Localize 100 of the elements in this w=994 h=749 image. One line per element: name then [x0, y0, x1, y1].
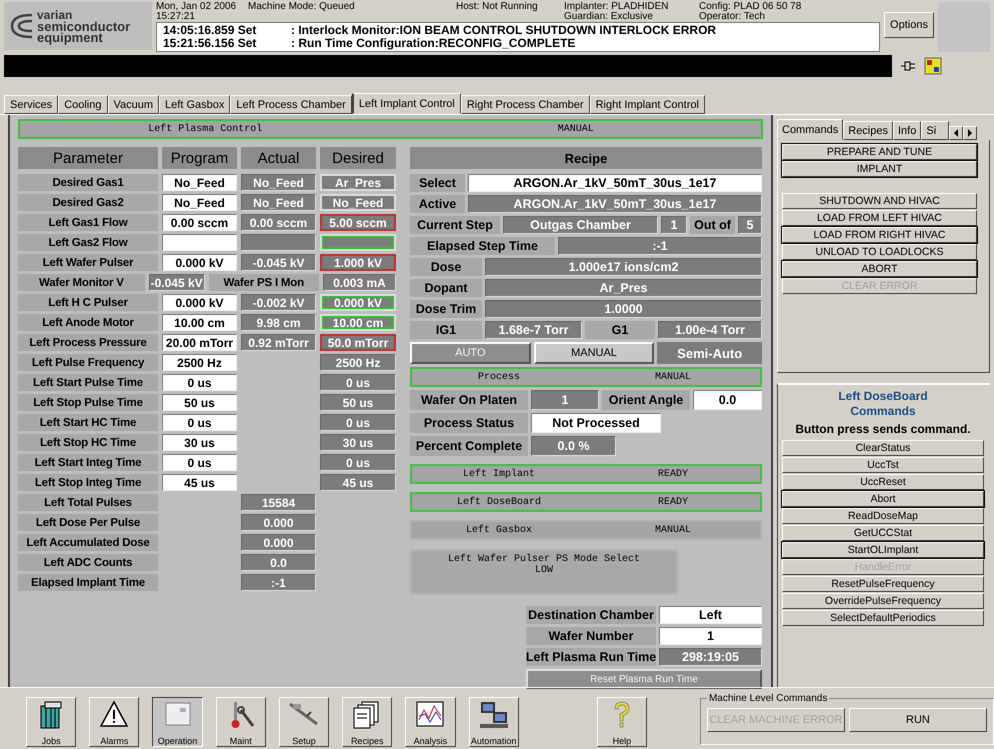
command-button[interactable]: UNLOAD TO LOADLOCKS	[782, 244, 977, 260]
toolbar-button[interactable]: Recipes	[342, 697, 392, 747]
command-button[interactable]: UccTst	[782, 457, 984, 473]
command-button[interactable]: SelectDefaultPeriodics	[782, 610, 984, 626]
tab[interactable]: Si	[921, 121, 950, 140]
command-button[interactable]: LOAD FROM RIGHT HIVAC	[782, 227, 977, 243]
command-button[interactable]: ResetPulseFrequency	[782, 576, 984, 592]
message-text: : Interlock Monitor:ION BEAM CONTROL SHUTDOWN INTERLOCK ERROR	[291, 24, 716, 37]
pin-icon[interactable]	[900, 59, 916, 73]
command-button[interactable]: Abort	[782, 491, 984, 507]
desired-value: 50.0 mTorr	[320, 334, 396, 351]
command-button[interactable]: UccReset	[782, 474, 984, 490]
command-button[interactable]: OverridePulseFrequency	[782, 593, 984, 609]
message-time: 15:21:56.156 Set	[163, 37, 258, 50]
parameter-label: Left Anode Motor	[18, 314, 158, 331]
options-button[interactable]: Options	[884, 12, 934, 38]
command-button[interactable]: PREPARE AND TUNE	[782, 144, 977, 160]
parameter-label: Left Stop Integ Time	[18, 474, 158, 491]
program-field[interactable]: 2500 Hz	[162, 354, 237, 371]
program-field[interactable]: 0.00 sccm	[162, 214, 237, 231]
toolbar-button[interactable]: Automation	[468, 697, 519, 747]
field-label: Elapsed Step Time	[410, 237, 555, 255]
program-field[interactable]: No_Feed	[162, 174, 237, 191]
command-button[interactable]: ABORT	[782, 261, 977, 277]
program-field[interactable]: 30 us	[162, 434, 237, 451]
program-field[interactable]: 0 us	[162, 374, 237, 391]
recipe-value: 1.0000	[485, 300, 762, 318]
status-label: Left Plasma Control	[147, 124, 264, 134]
section-header: Recipe	[410, 147, 762, 169]
command-button[interactable]: GetUCCStat	[782, 525, 984, 541]
field-label: Select	[410, 174, 465, 192]
command-button[interactable]: ReadDoseMap	[782, 508, 984, 524]
actual-value: 15584	[241, 494, 316, 511]
tab[interactable]: Left Implant Control	[352, 93, 461, 114]
field-label: Wafer Number	[526, 627, 656, 645]
program-field[interactable]: 0 us	[162, 454, 237, 471]
parameter-label: Left ADC Counts	[18, 554, 158, 571]
gauge-value: 1.68e-7 Torr	[485, 321, 582, 339]
program-field[interactable]	[162, 234, 237, 251]
field-label: Wafer On Platen	[410, 390, 528, 410]
column-header: Actual	[241, 147, 316, 169]
program-field[interactable]: 0 us	[162, 414, 237, 431]
step-value: Outgas Chamber	[503, 216, 658, 234]
step-number: 1	[661, 216, 687, 234]
tab[interactable]: Right Process Chamber	[460, 95, 590, 114]
command-button[interactable]: LOAD FROM LEFT HIVAC	[782, 210, 977, 226]
mode-select-panel[interactable]: Left Wafer Pulser PS Mode Select LOW	[410, 549, 678, 595]
wafer-value: 1	[531, 390, 599, 410]
program-field[interactable]: 50 us	[162, 394, 237, 411]
toolbar-button[interactable]: Jobs	[26, 697, 76, 747]
tab[interactable]: Services	[4, 95, 58, 114]
status-value: READY	[656, 468, 689, 480]
parameter-label: Left Gas1 Flow	[18, 214, 158, 231]
command-button[interactable]: ClearStatus	[782, 440, 984, 456]
program-field[interactable]: No_Feed	[162, 194, 237, 211]
program-field[interactable]: 10.00 cm	[162, 314, 237, 331]
program-field[interactable]: 45 us	[162, 474, 237, 491]
status-label: Left Gasbox	[464, 524, 533, 536]
tab[interactable]: Recipes	[843, 121, 893, 140]
command-button[interactable]: StartOLImplant	[782, 542, 984, 558]
tab[interactable]: Left Gasbox	[159, 95, 230, 114]
gauge-label: G1	[585, 321, 655, 339]
scroll-right-button[interactable]	[963, 126, 978, 140]
recipe-value: 1.000e17 ions/cm2	[485, 258, 762, 276]
desired-value: 10.00 cm	[320, 314, 396, 331]
help-button[interactable]: Help	[596, 697, 647, 747]
machine-command-button[interactable]: RUN	[848, 708, 987, 732]
command-button[interactable]: SHUTDOWN AND HIVAC	[782, 193, 977, 209]
scroll-left-button[interactable]	[949, 126, 964, 140]
parameter-label: Left Start Integ Time	[18, 454, 158, 471]
program-field[interactable]: 0.000 kV	[162, 294, 237, 311]
toolbar-button[interactable]: Operation	[152, 697, 203, 747]
tab[interactable]: Commands	[777, 119, 844, 140]
column-header: Parameter	[18, 147, 158, 169]
logo-text: equipment	[37, 32, 103, 42]
mode-button[interactable]: MANUAL	[534, 342, 654, 364]
value-field[interactable]: Left	[659, 606, 762, 624]
field-label: Destination Chamber	[526, 606, 656, 624]
status-label: Left DoseBoard	[456, 496, 542, 508]
program-field[interactable]: 20.00 mTorr	[162, 334, 237, 351]
desired-value: 2500 Hz	[320, 354, 396, 371]
parameter-label: Left Process Pressure	[18, 334, 158, 351]
toolbar-button[interactable]: Alarms	[89, 697, 140, 747]
toolbar-button[interactable]: Maint	[216, 697, 266, 747]
percent-value: 0.0 %	[531, 436, 616, 456]
tab[interactable]: Right Implant Control	[590, 95, 705, 114]
toolbar-button[interactable]: Setup	[278, 697, 330, 747]
program-field[interactable]: 0.000 kV	[162, 254, 237, 271]
recipe-select-field[interactable]: ARGON.Ar_1kV_50mT_30us_1e17	[468, 174, 762, 192]
tab[interactable]: Info	[893, 121, 922, 140]
actual-value: No_Feed	[241, 194, 316, 211]
tab[interactable]: Left Process Chamber	[230, 95, 352, 114]
toolbar-button[interactable]: Analysis	[405, 697, 456, 747]
column-header: Program	[162, 147, 237, 169]
value-field[interactable]: 1	[659, 627, 762, 645]
tab[interactable]: Vacuum	[108, 95, 160, 114]
actual-value: 9.98 cm	[241, 314, 316, 331]
orient-angle-field[interactable]: 0.0	[693, 390, 762, 410]
command-button[interactable]: IMPLANT	[782, 161, 977, 177]
tab[interactable]: Cooling	[58, 95, 108, 114]
